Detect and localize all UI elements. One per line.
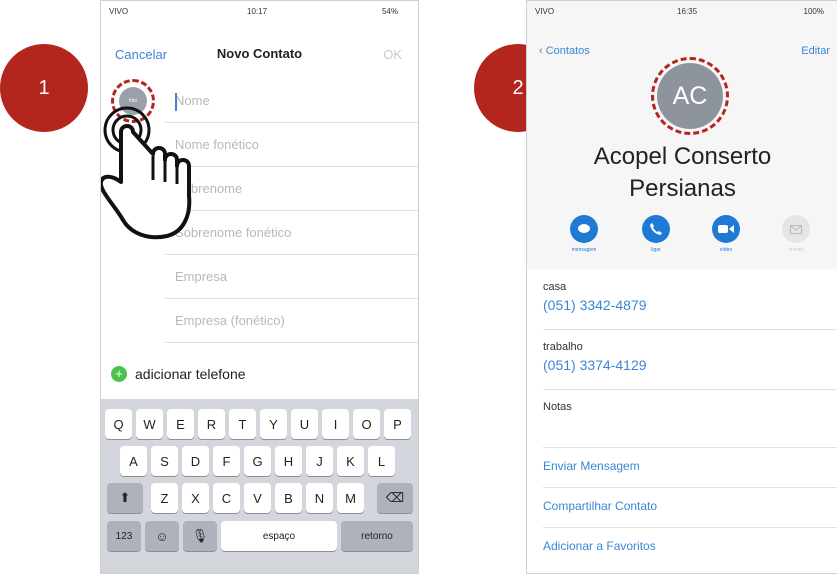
phone-number-home[interactable]: (051) 3342-4879 — [543, 297, 647, 313]
add-phone-label: adicionar telefone — [135, 366, 246, 382]
ok-button[interactable]: OK — [383, 47, 402, 62]
status-bar: VIVO 10:17 54% — [101, 3, 418, 21]
message-icon — [570, 215, 598, 243]
contact-name-line1: Acopel Conserto — [593, 143, 772, 170]
notes-label[interactable]: Notas — [543, 401, 572, 413]
step-number: 1 — [38, 76, 50, 99]
phone-label-work: trabalho — [543, 341, 583, 353]
key-z[interactable]: Z — [151, 483, 178, 513]
key-n[interactable]: N — [306, 483, 333, 513]
battery-level: 100% — [803, 7, 824, 16]
contact-name: Acopel Conserto Persianas — [527, 141, 837, 205]
key-p[interactable]: P — [384, 409, 411, 439]
back-button[interactable]: ‹ Contatos — [539, 45, 590, 57]
status-bar: VIVO 16:35 100% — [527, 3, 837, 21]
step-badge-1: 1 — [0, 44, 88, 132]
call-label: ligar — [651, 247, 661, 253]
mail-icon — [782, 215, 810, 243]
tap-hand-icon — [101, 106, 192, 240]
back-label: Contatos — [545, 45, 590, 57]
key-u[interactable]: U — [291, 409, 318, 439]
message-label: mensagem — [571, 247, 597, 253]
key-x[interactable]: X — [182, 483, 209, 513]
video-action[interactable]: vídeo — [695, 215, 757, 253]
email-action[interactable]: e-mail — [765, 215, 827, 253]
key-s[interactable]: S — [151, 446, 178, 476]
key-f[interactable]: F — [213, 446, 240, 476]
key-a[interactable]: A — [120, 446, 147, 476]
key-o[interactable]: O — [353, 409, 380, 439]
key-v[interactable]: V — [244, 483, 271, 513]
keyboard: ⬆ ⌫ 123 ☺ 🎙 espaço retorno QWERTYUIOP ASD… — [101, 399, 418, 573]
delete-key[interactable]: ⌫ — [377, 483, 413, 513]
send-message-link[interactable]: Enviar Mensagem — [543, 459, 640, 473]
carrier: VIVO — [535, 7, 555, 16]
key-c[interactable]: C — [213, 483, 240, 513]
page-title: Novo Contato — [216, 46, 303, 61]
key-d[interactable]: D — [182, 446, 209, 476]
message-action[interactable]: mensagem — [553, 215, 615, 253]
key-e[interactable]: E — [167, 409, 194, 439]
email-label: e-mail — [789, 247, 803, 253]
avatar-initials: AC — [657, 63, 723, 129]
action-row: mensagem ligar vídeo e-mail — [527, 215, 837, 265]
key-m[interactable]: M — [337, 483, 364, 513]
carrier: VIVO — [109, 7, 129, 16]
key-b[interactable]: B — [275, 483, 302, 513]
key-j[interactable]: J — [306, 446, 333, 476]
add-phone-button[interactable]: + adicionar telefone — [111, 366, 246, 382]
call-action[interactable]: ligar — [625, 215, 687, 253]
return-key[interactable]: retorno — [341, 521, 413, 551]
step-number: 2 — [512, 76, 524, 99]
video-label: vídeo — [719, 247, 733, 253]
add-to-favorites-link[interactable]: Adicionar a Favoritos — [543, 539, 656, 553]
phonetic-company-field[interactable]: Empresa (fonético) — [165, 299, 418, 343]
key-r[interactable]: R — [198, 409, 225, 439]
phone-number-work[interactable]: (051) 3374-4129 — [543, 357, 647, 373]
key-l[interactable]: L — [368, 446, 395, 476]
divider — [543, 329, 837, 330]
contact-details-screen: VIVO 16:35 100% ‹ Contatos Editar AC Aco… — [526, 0, 837, 574]
key-t[interactable]: T — [229, 409, 256, 439]
microphone-key[interactable]: 🎙 — [183, 521, 217, 551]
numbers-key[interactable]: 123 — [107, 521, 141, 551]
plus-icon: + — [111, 366, 127, 382]
divider — [543, 527, 837, 528]
share-contact-link[interactable]: Compartilhar Contato — [543, 499, 657, 513]
video-icon — [712, 215, 740, 243]
shift-key[interactable]: ⬆ — [107, 483, 143, 513]
divider — [543, 447, 837, 448]
new-contact-screen: VIVO 10:17 54% Cancelar Novo Contato OK … — [100, 0, 419, 574]
phone-label-home: casa — [543, 281, 567, 293]
key-y[interactable]: Y — [260, 409, 287, 439]
key-k[interactable]: K — [337, 446, 364, 476]
divider — [543, 487, 837, 488]
phone-icon — [642, 215, 670, 243]
space-key[interactable]: espaço — [221, 521, 337, 551]
key-q[interactable]: Q — [105, 409, 132, 439]
key-g[interactable]: G — [244, 446, 271, 476]
contact-info: casa (051) 3342-4879 trabalho (051) 3374… — [527, 269, 837, 573]
contact-avatar[interactable]: AC — [651, 57, 729, 135]
clock: 16:35 — [677, 7, 698, 16]
battery-level: 54% — [381, 7, 398, 16]
nav-bar: Cancelar Novo Contato OK — [101, 41, 418, 71]
divider — [543, 389, 837, 390]
clock: 10:17 — [247, 7, 268, 16]
edit-button[interactable]: Editar — [801, 45, 830, 57]
key-i[interactable]: I — [322, 409, 349, 439]
company-field[interactable]: Empresa — [165, 255, 418, 299]
emoji-key[interactable]: ☺ — [145, 521, 179, 551]
key-w[interactable]: W — [136, 409, 163, 439]
key-h[interactable]: H — [275, 446, 302, 476]
contact-name-line2: Persianas — [629, 175, 736, 202]
